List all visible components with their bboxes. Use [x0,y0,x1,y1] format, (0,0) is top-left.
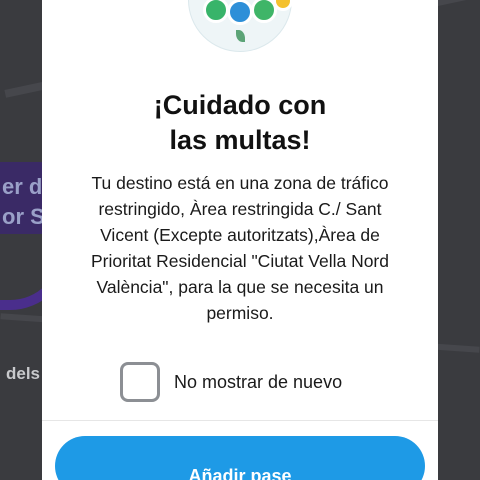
dont-show-again-row[interactable]: No mostrar de nuevo [120,362,342,402]
add-pass-button[interactable]: Añadir pase [55,436,425,480]
illustration-circle-icon [227,0,253,25]
dialog-title-line: las multas! [169,125,311,155]
restricted-zone-dialog: ¡Cuidado con las multas! Tu destino está… [42,0,438,480]
dialog-title: ¡Cuidado con las multas! [42,88,438,158]
illustration-circle-icon [203,0,229,23]
divider [42,420,438,421]
map-street-label: dels [6,364,41,383]
dialog-message: Tu destino está en una zona de tráfico r… [90,173,389,323]
dont-show-again-label: No mostrar de nuevo [174,371,343,392]
dialog-title-line: ¡Cuidado con [153,90,327,120]
dont-show-again-checkbox[interactable] [120,362,160,402]
zone-illustration [188,0,293,52]
